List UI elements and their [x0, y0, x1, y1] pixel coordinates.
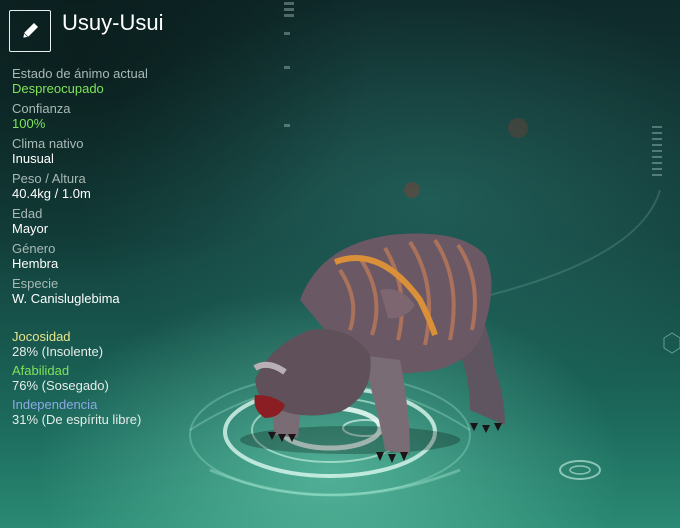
stat-label: Edad: [12, 206, 43, 221]
stat-label: Estado de ánimo actual: [12, 66, 148, 81]
trait-independence: Independencia 31% (De espíritu libre): [12, 397, 272, 428]
hud-marks: [284, 2, 662, 176]
stat-species: Especie W. Canisluglebima: [12, 276, 272, 307]
trait-label: Jocosidad: [12, 329, 71, 344]
stat-label: Peso / Altura: [12, 171, 86, 186]
trait-label: Afabilidad: [12, 363, 70, 378]
stat-value: Hembra: [12, 256, 59, 271]
stat-label: Confianza: [12, 101, 71, 116]
stat-value: Mayor: [12, 221, 49, 236]
trait-value: 28% (Insolente): [12, 344, 104, 359]
edit-name-button[interactable]: [9, 10, 51, 52]
trait-value: 76% (Sosegado): [12, 378, 109, 393]
trait-value: 31% (De espíritu libre): [12, 412, 142, 427]
hex-marker: [663, 332, 680, 354]
stat-value: 100%: [12, 116, 46, 131]
stat-label: Especie: [12, 276, 59, 291]
stat-label: Género: [12, 241, 56, 256]
trait-friendliness: Afabilidad 76% (Sosegado): [12, 363, 272, 394]
stat-climate: Clima nativo Inusual: [12, 136, 272, 167]
stat-gender: Género Hembra: [12, 241, 272, 272]
creature-stats-panel: Estado de ánimo actual Despreocupado Con…: [12, 66, 272, 431]
stat-trust: Confianza 100%: [12, 101, 272, 132]
stat-weight-height: Peso / Altura 40.4kg / 1.0m: [12, 171, 272, 202]
stat-value: 40.4kg / 1.0m: [12, 186, 91, 201]
trait-playfulness: Jocosidad 28% (Insolente): [12, 329, 272, 360]
stat-value: Inusual: [12, 151, 54, 166]
stat-label: Clima nativo: [12, 136, 84, 151]
pencil-icon: [22, 23, 38, 39]
stat-mood: Estado de ánimo actual Despreocupado: [12, 66, 272, 97]
stat-value: Despreocupado: [12, 81, 104, 96]
trait-label: Independencia: [12, 397, 98, 412]
creature-name: Usuy-Usui: [62, 10, 164, 35]
creature-model: [240, 233, 505, 463]
stat-age: Edad Mayor: [12, 206, 272, 237]
stat-value: W. Canisluglebima: [12, 291, 120, 306]
